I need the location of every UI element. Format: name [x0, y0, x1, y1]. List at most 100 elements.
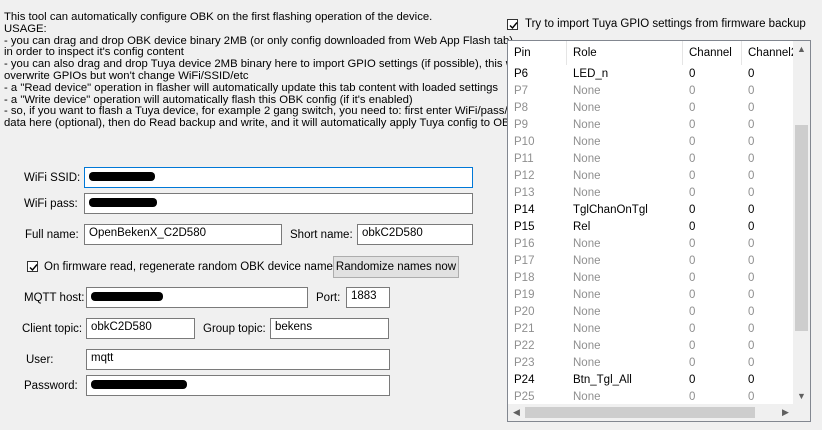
cell-ch[interactable]: 0: [689, 168, 695, 185]
cell-ch[interactable]: 0: [689, 185, 695, 202]
cell-ch[interactable]: 0: [689, 66, 695, 83]
cell-ch2[interactable]: 0: [748, 185, 754, 202]
table-row[interactable]: P13 None 0 0: [508, 185, 794, 202]
import-tuya-gpio-checkbox[interactable]: [507, 19, 518, 30]
cell-ch[interactable]: 0: [689, 270, 695, 287]
cell-role[interactable]: None: [573, 117, 601, 134]
password-input[interactable]: [86, 375, 390, 396]
cell-role[interactable]: None: [573, 270, 601, 287]
wifi-pass-input[interactable]: [84, 193, 473, 214]
cell-pin[interactable]: P6: [514, 66, 528, 83]
cell-pin[interactable]: P7: [514, 83, 528, 100]
cell-ch[interactable]: 0: [689, 304, 695, 321]
cell-ch[interactable]: 0: [689, 219, 695, 236]
cell-pin[interactable]: P16: [514, 236, 534, 253]
cell-ch2[interactable]: 0: [748, 117, 754, 134]
cell-ch2[interactable]: 0: [748, 83, 754, 100]
cell-ch[interactable]: 0: [689, 117, 695, 134]
table-row[interactable]: P12 None 0 0: [508, 168, 794, 185]
column-header-role[interactable]: Role: [567, 41, 683, 65]
cell-ch2[interactable]: 0: [748, 304, 754, 321]
cell-ch2[interactable]: 0: [748, 219, 754, 236]
cell-ch[interactable]: 0: [689, 236, 695, 253]
wifi-ssid-input[interactable]: [84, 167, 473, 188]
cell-pin[interactable]: P19: [514, 287, 534, 304]
cell-role[interactable]: None: [573, 168, 601, 185]
cell-role[interactable]: None: [573, 355, 601, 372]
regen-names-checkbox[interactable]: [27, 261, 38, 272]
cell-ch2[interactable]: 0: [748, 355, 754, 372]
cell-role[interactable]: TglChanOnTgl: [573, 202, 648, 219]
scroll-left-icon[interactable]: ◀: [508, 404, 525, 421]
table-row[interactable]: P15 Rel 0 0: [508, 219, 794, 236]
horizontal-scrollbar[interactable]: ◀ ▶: [508, 404, 794, 421]
cell-pin[interactable]: P24: [514, 372, 534, 389]
client-topic-input[interactable]: obkC2D580: [86, 318, 195, 339]
table-row[interactable]: P23 None 0 0: [508, 355, 794, 372]
cell-ch[interactable]: 0: [689, 372, 695, 389]
cell-role[interactable]: None: [573, 304, 601, 321]
table-row[interactable]: P24 Btn_Tgl_All 0 0: [508, 372, 794, 389]
cell-ch2[interactable]: 0: [748, 134, 754, 151]
cell-pin[interactable]: P11: [514, 151, 534, 168]
cell-ch2[interactable]: 0: [748, 168, 754, 185]
user-input[interactable]: mqtt: [86, 349, 390, 370]
table-row[interactable]: P10 None 0 0: [508, 134, 794, 151]
cell-ch2[interactable]: 0: [748, 287, 754, 304]
cell-role[interactable]: None: [573, 100, 601, 117]
cell-ch[interactable]: 0: [689, 338, 695, 355]
cell-ch2[interactable]: 0: [748, 100, 754, 117]
cell-role[interactable]: None: [573, 151, 601, 168]
table-row[interactable]: P11 None 0 0: [508, 151, 794, 168]
cell-ch2[interactable]: 0: [748, 253, 754, 270]
table-row[interactable]: P6 LED_n 0 0: [508, 66, 794, 83]
cell-role[interactable]: Btn_Tgl_All: [573, 372, 632, 389]
vertical-scrollbar[interactable]: ▲ ▼: [793, 41, 810, 405]
cell-pin[interactable]: P12: [514, 168, 534, 185]
cell-ch2[interactable]: 0: [748, 270, 754, 287]
column-header-pin[interactable]: Pin: [508, 41, 567, 65]
cell-role[interactable]: None: [573, 253, 601, 270]
full-name-input[interactable]: OpenBekenX_C2D580: [84, 224, 282, 245]
table-row[interactable]: P18 None 0 0: [508, 270, 794, 287]
cell-role[interactable]: None: [573, 134, 601, 151]
table-row[interactable]: P7 None 0 0: [508, 83, 794, 100]
cell-pin[interactable]: P15: [514, 219, 534, 236]
scroll-down-icon[interactable]: ▼: [793, 388, 810, 405]
cell-ch2[interactable]: 0: [748, 321, 754, 338]
table-row[interactable]: P16 None 0 0: [508, 236, 794, 253]
cell-ch[interactable]: 0: [689, 355, 695, 372]
table-row[interactable]: P9 None 0 0: [508, 117, 794, 134]
cell-ch2[interactable]: 0: [748, 372, 754, 389]
table-row[interactable]: P19 None 0 0: [508, 287, 794, 304]
group-topic-input[interactable]: bekens: [270, 318, 389, 339]
cell-pin[interactable]: P13: [514, 185, 534, 202]
cell-ch[interactable]: 0: [689, 253, 695, 270]
cell-pin[interactable]: P22: [514, 338, 534, 355]
cell-ch[interactable]: 0: [689, 100, 695, 117]
cell-pin[interactable]: P10: [514, 134, 534, 151]
cell-ch2[interactable]: 0: [748, 66, 754, 83]
mqtt-host-input[interactable]: [86, 287, 308, 308]
short-name-input[interactable]: obkC2D580: [357, 224, 473, 245]
cell-role[interactable]: Rel: [573, 219, 590, 236]
cell-role[interactable]: None: [573, 236, 601, 253]
cell-ch2[interactable]: 0: [748, 338, 754, 355]
gpio-table[interactable]: Pin Role Channel Channel2 P6 LED_n 0 0 P7 Non…: [507, 40, 811, 422]
column-header-channel[interactable]: Channel: [683, 41, 742, 65]
cell-role[interactable]: None: [573, 338, 601, 355]
cell-ch2[interactable]: 0: [748, 202, 754, 219]
cell-ch[interactable]: 0: [689, 202, 695, 219]
cell-role[interactable]: None: [573, 83, 601, 100]
cell-pin[interactable]: P23: [514, 355, 534, 372]
vertical-scroll-thumb[interactable]: [795, 125, 808, 331]
table-row[interactable]: P21 None 0 0: [508, 321, 794, 338]
cell-ch[interactable]: 0: [689, 134, 695, 151]
scroll-up-icon[interactable]: ▲: [793, 41, 810, 58]
scroll-right-icon[interactable]: ▶: [777, 404, 794, 421]
cell-role[interactable]: None: [573, 185, 601, 202]
table-row[interactable]: P17 None 0 0: [508, 253, 794, 270]
cell-pin[interactable]: P18: [514, 270, 534, 287]
cell-ch[interactable]: 0: [689, 83, 695, 100]
table-row[interactable]: P22 None 0 0: [508, 338, 794, 355]
